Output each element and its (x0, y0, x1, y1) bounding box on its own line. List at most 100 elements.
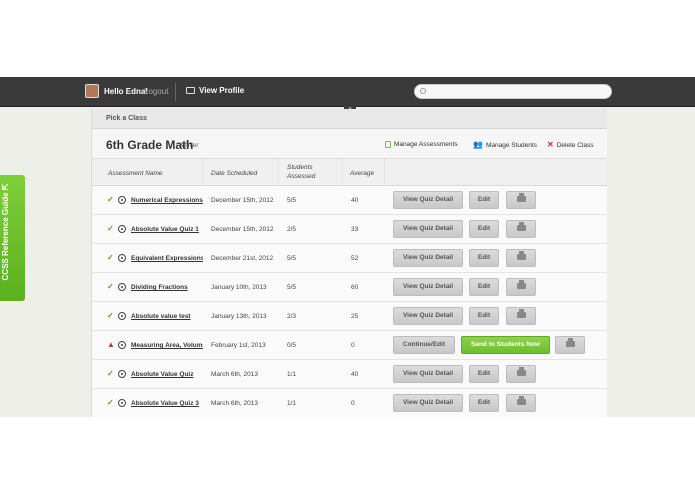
search-icon (420, 88, 426, 94)
printer-icon (516, 367, 526, 377)
average-score: 33 (351, 226, 359, 233)
assessment-table-body: ✓ Numerical Expressions December 15th, 2… (92, 186, 607, 417)
check-icon: ✓ (107, 398, 114, 407)
manage-students-link[interactable]: 👥 Manage Students (473, 141, 537, 149)
students-assessed: 2/5 (287, 226, 297, 233)
print-button[interactable] (506, 365, 536, 383)
class-panel: Pick a Class 6th Grade Math Winter Manag… (91, 109, 607, 417)
view-quiz-detail-button[interactable]: View Quiz Detail (393, 191, 463, 209)
average-score: 0 (351, 342, 355, 349)
print-button[interactable] (506, 249, 536, 267)
table-row: ✓ Dividing Fractions January 10th, 2013 … (92, 273, 607, 302)
column-header-assessed: Students Assessed (287, 164, 316, 180)
students-assessed: 0/5 (287, 342, 297, 349)
continue-edit-button[interactable]: Continue/Edit (393, 336, 455, 354)
eye-icon[interactable] (118, 370, 126, 378)
column-header-date: Date Scheduled (211, 170, 258, 177)
edit-button[interactable]: Edit (469, 365, 499, 383)
average-score: 0 (351, 400, 355, 407)
eye-icon[interactable] (118, 283, 126, 291)
logout-link[interactable]: Logout (144, 87, 168, 96)
students-assessed: 5/5 (287, 197, 297, 204)
date-scheduled: March 6th, 2013 (211, 371, 258, 378)
eye-icon[interactable] (118, 312, 126, 320)
printer-icon (516, 251, 526, 261)
date-scheduled: March 6th, 2013 (211, 400, 258, 407)
search-input[interactable] (429, 86, 605, 98)
edit-button[interactable]: Edit (469, 307, 499, 325)
date-scheduled: January 13th, 2013 (211, 313, 267, 320)
print-button[interactable] (506, 191, 536, 209)
edit-button[interactable]: Edit (469, 191, 499, 209)
students-assessed: 5/5 (287, 255, 297, 262)
print-button[interactable] (506, 307, 536, 325)
column-header-average: Average (350, 170, 375, 177)
edit-button[interactable]: Edit (469, 220, 499, 238)
pick-class-bar[interactable]: Pick a Class (92, 109, 607, 129)
users-icon: 👥 (473, 140, 483, 149)
print-button[interactable] (555, 336, 585, 354)
avatar[interactable] (85, 84, 99, 98)
assessment-name-link[interactable]: Absolute Value Quiz 3 (131, 400, 203, 407)
greeting-text: Hello Edna! (104, 87, 149, 96)
date-scheduled: December 15th, 2012 (211, 197, 274, 204)
delete-class-link[interactable]: ✕ Delete Class (547, 141, 594, 149)
assessment-name-link[interactable]: Numerical Expressions (131, 197, 203, 204)
view-quiz-detail-button[interactable]: View Quiz Detail (393, 278, 463, 296)
average-score: 40 (351, 197, 359, 204)
view-quiz-detail-button[interactable]: View Quiz Detail (393, 249, 463, 267)
assessment-name-link[interactable]: Absolute Value Quiz 1 (131, 226, 203, 233)
print-button[interactable] (506, 220, 536, 238)
document-icon (385, 141, 391, 148)
check-icon: ✓ (107, 369, 114, 378)
view-quiz-detail-button[interactable]: View Quiz Detail (393, 220, 463, 238)
manage-students-label: Manage Students (485, 141, 537, 149)
close-icon: ✕ (547, 140, 554, 149)
assessment-name-link[interactable]: Equivalent Expressions (131, 255, 203, 262)
date-scheduled: December 21st, 2012 (211, 255, 274, 262)
view-profile-link[interactable]: View Profile (186, 86, 244, 95)
assessment-name-link[interactable]: Absolute Value Quiz (131, 371, 203, 378)
eye-icon[interactable] (118, 341, 126, 349)
students-assessed: 5/5 (287, 284, 297, 291)
view-profile-label: View Profile (199, 86, 245, 95)
printer-icon (516, 309, 526, 319)
assessment-name-link[interactable]: Measuring Area, Volume (131, 342, 203, 349)
print-button[interactable] (506, 394, 536, 412)
view-quiz-detail-button[interactable]: View Quiz Detail (393, 365, 463, 383)
date-scheduled: January 10th, 2013 (211, 284, 267, 291)
edit-button[interactable]: Edit (469, 394, 499, 412)
class-season: Winter (181, 143, 199, 149)
ccss-reference-guide-label: CCSS Reference Guide ⇱ (1, 183, 10, 281)
assessment-name-link[interactable]: Absolute value test (131, 313, 203, 320)
delete-class-label: Delete Class (556, 141, 594, 149)
students-assessed: 1/1 (287, 400, 297, 407)
table-row: ✓ Absolute Value Quiz 3 March 6th, 2013 … (92, 389, 607, 417)
eye-icon[interactable] (118, 254, 126, 262)
view-quiz-detail-button[interactable]: View Quiz Detail (393, 394, 463, 412)
ccss-reference-guide-tab[interactable]: CCSS Reference Guide ⇱ (0, 175, 25, 301)
eye-icon[interactable] (118, 399, 126, 407)
assessment-name-link[interactable]: Dividing Fractions (131, 284, 203, 291)
eye-icon[interactable] (118, 196, 126, 204)
printer-icon (516, 222, 526, 232)
print-button[interactable] (506, 278, 536, 296)
printer-icon (516, 396, 526, 406)
check-icon: ✓ (107, 195, 114, 204)
table-row: ✓ Equivalent Expressions December 21st, … (92, 244, 607, 273)
students-assessed: 1/1 (287, 371, 297, 378)
search-box[interactable] (414, 84, 612, 99)
edit-button[interactable]: Edit (469, 249, 499, 267)
printer-icon (565, 338, 575, 348)
pick-class-label: Pick a Class (106, 115, 147, 122)
students-assessed: 2/3 (287, 313, 297, 320)
check-icon: ✓ (107, 253, 114, 262)
profile-card-icon (186, 87, 195, 94)
send-to-students-button[interactable]: Send to Students Now (461, 336, 550, 354)
view-quiz-detail-button[interactable]: View Quiz Detail (393, 307, 463, 325)
edit-button[interactable]: Edit (469, 278, 499, 296)
app-frame: Hello Edna! Logout View Profile ⌄ Pick a… (0, 77, 695, 417)
average-score: 25 (351, 313, 359, 320)
eye-icon[interactable] (118, 225, 126, 233)
manage-assessments-link[interactable]: Manage Assessments (385, 141, 458, 148)
